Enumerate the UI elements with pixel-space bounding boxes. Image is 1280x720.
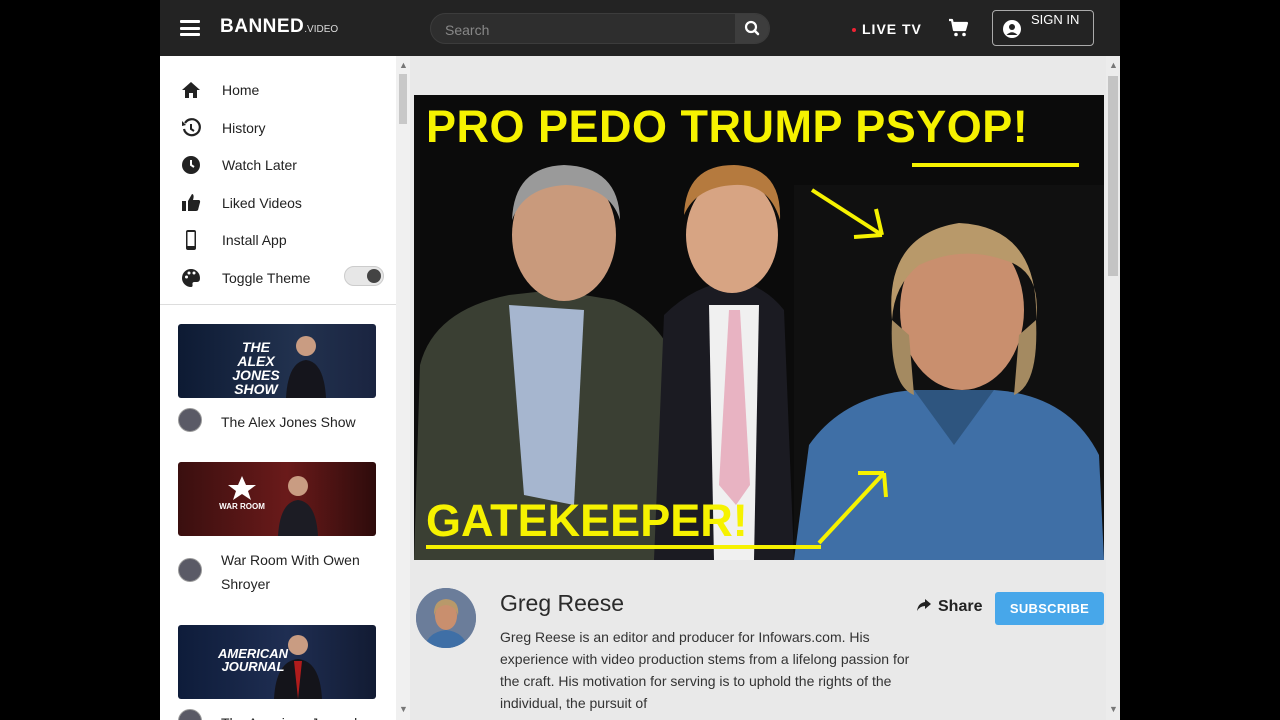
history-icon: [182, 117, 201, 136]
cart-icon[interactable]: [948, 18, 970, 38]
search-input[interactable]: [443, 19, 727, 41]
show-thumbnail[interactable]: WAR ROOM: [178, 462, 376, 536]
main-content: PRO PEDO TRUMP PSYOP! GATEKEEPER! Greg R…: [412, 56, 1106, 720]
avatar: [178, 558, 202, 582]
show-channel[interactable]: War Room With Owen Shroyer: [178, 536, 378, 606]
share-button[interactable]: Share: [916, 598, 982, 616]
show-channel[interactable]: The American Journal: [178, 699, 378, 720]
share-icon: [917, 599, 931, 611]
sidebar-item-label: Toggle Theme: [222, 269, 311, 286]
avatar: [178, 408, 202, 432]
headline-underline: [912, 163, 1079, 167]
sidebar-item-watch-later[interactable]: Watch Later: [160, 151, 396, 189]
video-player[interactable]: PRO PEDO TRUMP PSYOP! GATEKEEPER!: [414, 95, 1104, 560]
sidebar-item-home[interactable]: Home: [160, 76, 396, 114]
scroll-down-icon[interactable]: ▼: [399, 704, 408, 714]
show-thumbnail[interactable]: AMERICAN JOURNAL: [178, 625, 376, 699]
headline-part-2: PSYOP!: [855, 101, 1029, 152]
show-channel[interactable]: The Alex Jones Show: [178, 398, 378, 442]
sidebar-item-liked-videos[interactable]: Liked Videos: [160, 189, 396, 227]
sidebar-scrollbar[interactable]: ▲ ▼: [396, 56, 410, 720]
toggle-knob: [367, 268, 381, 283]
clock-icon: [182, 156, 200, 174]
channel-description: Greg Reese is an editor and producer for…: [500, 629, 910, 711]
live-tv-link[interactable]: LIVE TV: [852, 21, 922, 37]
scrollbar-thumb[interactable]: [399, 74, 407, 124]
sidebar: Home History Watch Later Liked Videos In…: [160, 56, 410, 720]
menu-icon[interactable]: [180, 20, 200, 36]
show-card[interactable]: THE ALEX JONES SHOW The Alex Jones Show: [178, 324, 378, 442]
show-thumbnail[interactable]: THE ALEX JONES SHOW: [178, 324, 376, 398]
sidebar-item-label: Liked Videos: [222, 194, 302, 211]
scroll-up-icon[interactable]: ▲: [1109, 60, 1118, 70]
live-tv-label: LIVE TV: [862, 21, 922, 37]
share-label: Share: [938, 598, 983, 615]
sidebar-item-toggle-theme[interactable]: Toggle Theme: [160, 264, 396, 302]
avatar: [178, 709, 202, 720]
sidebar-item-label: Home: [222, 82, 260, 98]
show-thumbnail-title: WAR ROOM: [219, 502, 265, 511]
sidebar-item-label: History: [222, 119, 266, 136]
top-bar: BANNED.VIDEO LIVE TV SIGN IN: [160, 0, 1120, 56]
scrollbar-thumb[interactable]: [1108, 76, 1118, 276]
show-name: The American Journal: [221, 711, 381, 720]
channel-avatar[interactable]: [416, 588, 476, 648]
theme-toggle[interactable]: [344, 265, 384, 286]
show-card[interactable]: WAR ROOM War Room With Owen Shroyer: [178, 462, 378, 606]
channel-avatar-image: [416, 588, 476, 648]
channel-name[interactable]: Greg Reese: [500, 590, 624, 617]
sidebar-item-install-app[interactable]: Install App: [160, 226, 396, 264]
search-bar: [430, 13, 770, 44]
sign-in-button[interactable]: SIGN IN: [992, 10, 1094, 46]
main-scrollbar[interactable]: ▲ ▼: [1106, 56, 1120, 720]
search-button[interactable]: [735, 14, 769, 43]
show-thumbnail-title: THE ALEX JONES SHOW: [232, 339, 280, 397]
video-headline: PRO PEDO TRUMP PSYOP!: [426, 101, 1028, 153]
user-icon: [1003, 20, 1021, 38]
show-thumbnail-title: AMERICAN JOURNAL: [218, 646, 289, 674]
palette-icon: [182, 268, 200, 287]
show-name: The Alex Jones Show: [221, 414, 356, 430]
sidebar-item-label: Install App: [222, 232, 287, 248]
sidebar-item-history[interactable]: History: [160, 114, 396, 152]
caption-underline: [426, 545, 821, 549]
thumbs-up-icon: [182, 193, 201, 211]
channel-info: Greg Reese Share SUBSCRIBE Greg Reese is…: [412, 576, 1106, 720]
scroll-down-icon[interactable]: ▼: [1109, 704, 1118, 714]
logo-main: BANNED: [220, 16, 305, 37]
headline-part-1: PRO PEDO TRUMP: [426, 101, 856, 152]
site-logo[interactable]: BANNED.VIDEO: [220, 16, 338, 38]
show-thumbnail-figure: [228, 476, 318, 536]
sign-in-label: SIGN IN: [1031, 12, 1080, 27]
sidebar-nav: Home History Watch Later Liked Videos In…: [160, 76, 396, 301]
live-dot-icon: [852, 28, 856, 33]
phone-icon: [186, 230, 196, 250]
subscribe-button[interactable]: SUBSCRIBE: [995, 592, 1104, 625]
browser-frame: BANNED.VIDEO LIVE TV SIGN IN: [160, 0, 1120, 720]
show-name: War Room With Owen Shroyer: [221, 552, 360, 592]
search-icon: [744, 20, 760, 36]
scroll-up-icon[interactable]: ▲: [399, 60, 408, 70]
show-card[interactable]: AMERICAN JOURNAL The American Journal: [178, 625, 378, 720]
logo-suffix: .VIDEO: [304, 24, 339, 35]
sidebar-item-label: Watch Later: [222, 157, 297, 173]
sidebar-divider: [160, 304, 396, 305]
video-caption: GATEKEEPER!: [426, 495, 748, 546]
home-icon: [182, 82, 200, 98]
